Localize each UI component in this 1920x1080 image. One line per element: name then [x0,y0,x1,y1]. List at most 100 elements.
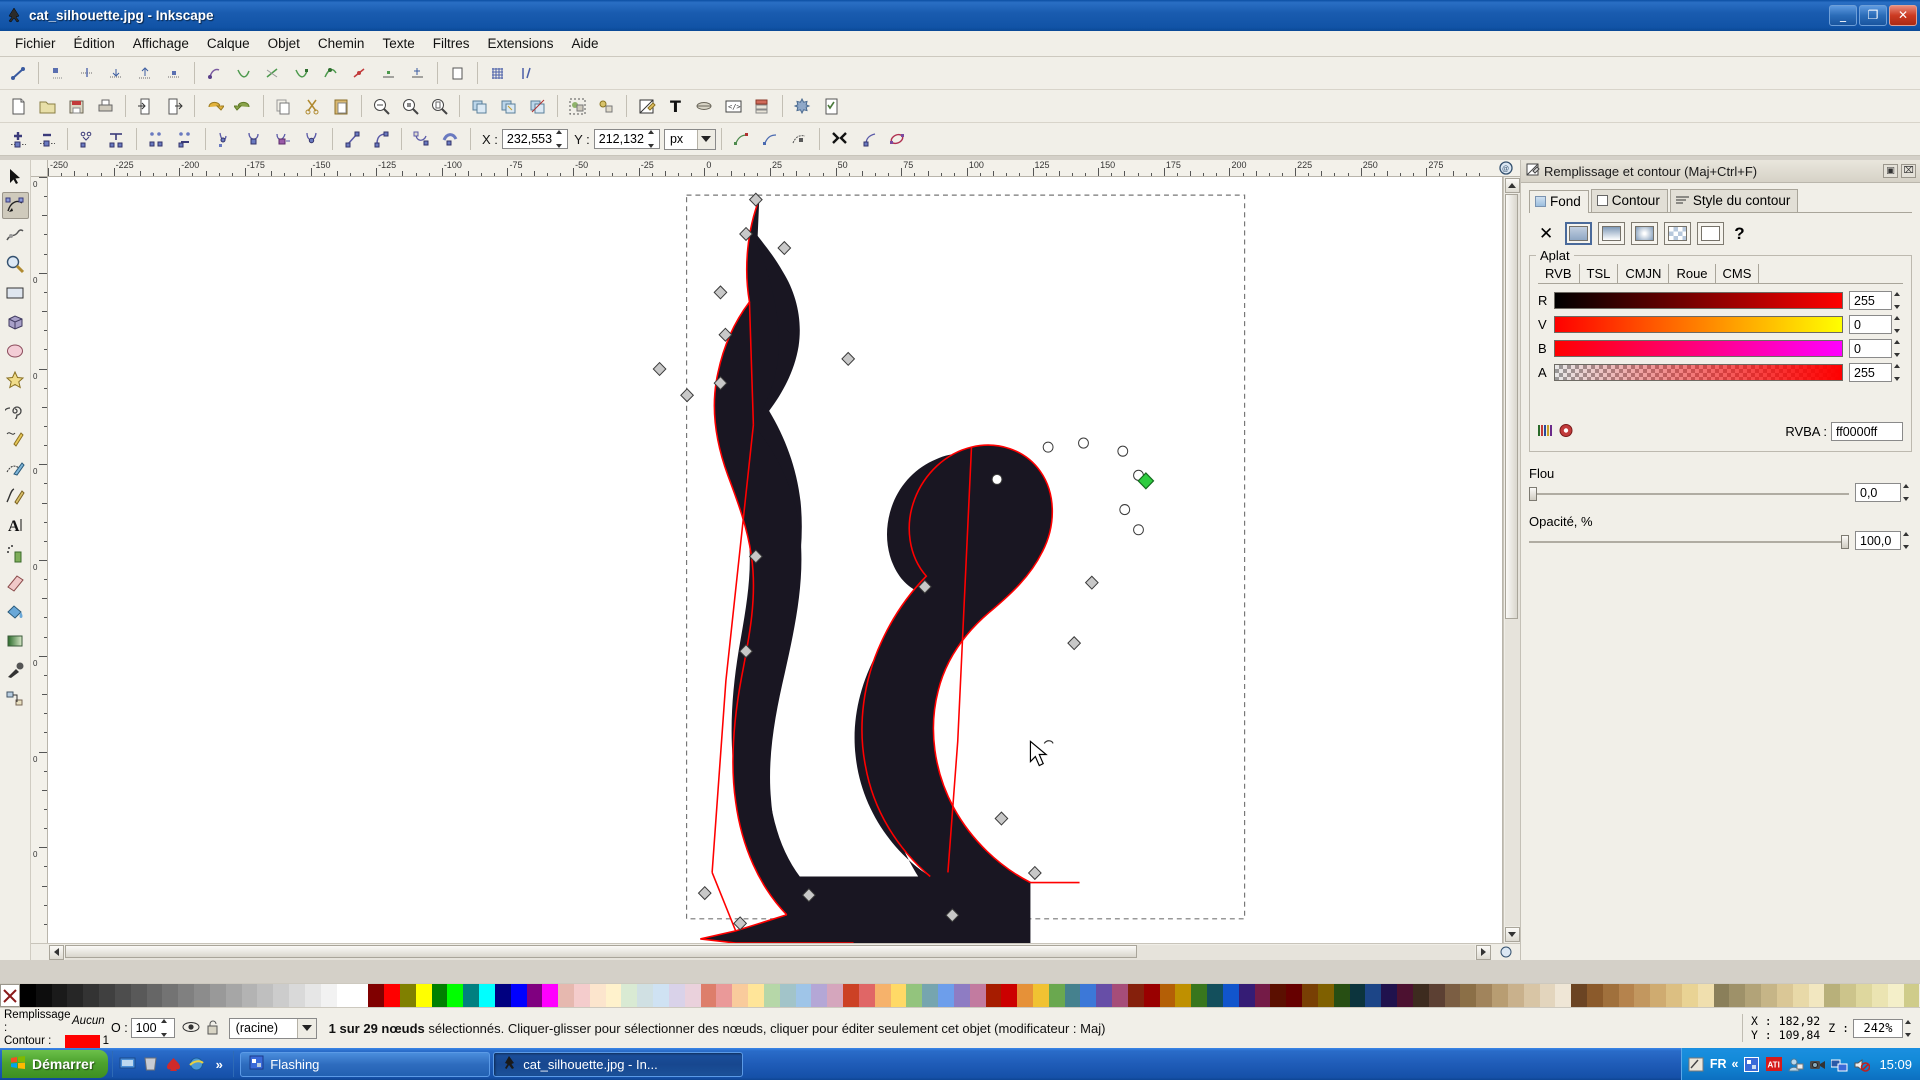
object-to-path-icon[interactable] [408,126,435,153]
spiral-tool[interactable] [2,395,29,422]
palette-swatch[interactable] [368,984,385,1007]
vertical-scroll-track[interactable] [1504,194,1520,926]
palette-swatch[interactable] [352,984,369,1007]
flat-color-button[interactable] [1565,222,1593,245]
horizontal-scroll-track[interactable] [65,944,1475,960]
palette-none-swatch[interactable] [0,984,20,1007]
stroke-indicator-row[interactable]: Contour : 1 [4,1034,109,1048]
palette-swatch[interactable] [415,984,432,1007]
palette-swatch[interactable] [558,984,574,1007]
new-document-icon[interactable] [5,93,32,120]
snap-line-midpoint-icon[interactable] [346,60,373,87]
palette-swatch[interactable] [1586,984,1603,1007]
ungroup-icon[interactable] [593,93,620,120]
channel-red-value[interactable]: 255 [1849,291,1892,310]
radial-gradient-button[interactable] [1631,222,1659,245]
menu-edition[interactable]: Édition [65,33,124,54]
gradient-tool[interactable] [2,627,29,654]
layers-icon[interactable] [749,93,776,120]
palette-swatch[interactable] [1207,984,1223,1007]
menu-fichier[interactable]: Fichier [6,33,65,54]
palette-swatch[interactable] [1618,984,1635,1007]
node-auto-icon[interactable] [299,126,326,153]
palette-swatch[interactable] [463,984,480,1007]
redo-icon[interactable] [230,93,257,120]
eraser-tool[interactable] [2,569,29,596]
palette-swatch[interactable] [1112,984,1128,1007]
scroll-down-button[interactable] [1504,927,1520,942]
palette-swatch[interactable] [1254,984,1271,1007]
dropper-tool[interactable] [2,656,29,683]
zoom-indicator-icon[interactable]: @ [1492,160,1520,177]
palette-swatch[interactable] [479,984,495,1007]
chevron-right-icon[interactable]: » [209,1054,229,1074]
horizontal-ruler[interactable]: -250 -225 -200 -175 -150 -125 -100 -75 -50 -25 0 25… [48,160,1492,177]
palette-swatch[interactable] [146,984,163,1007]
palette-swatch[interactable] [1555,984,1572,1007]
opacity-stepper[interactable] [1903,532,1912,549]
palette-swatch[interactable] [1871,984,1888,1007]
spray-tool[interactable] [2,540,29,567]
palette-swatch[interactable] [1761,984,1777,1007]
color-tab-roue[interactable]: Roue [1669,264,1716,283]
node-symmetric-icon[interactable] [270,126,297,153]
cut-icon[interactable] [299,93,326,120]
show-path-outline-icon[interactable] [757,126,784,153]
snap-bbox-midpoint-icon[interactable] [132,60,159,87]
pencil-tool[interactable] [2,424,29,451]
palette-swatch[interactable] [843,984,859,1007]
vertical-scroll-thumb[interactable] [1504,194,1518,619]
segment-line-icon[interactable] [339,126,366,153]
palette-swatch[interactable] [1412,984,1429,1007]
minimize-button[interactable]: _ [1829,5,1857,26]
palette-swatch[interactable] [336,984,353,1007]
zoom-page-icon[interactable] [426,93,453,120]
zoom-stepper[interactable] [1905,1019,1914,1037]
palette-swatch[interactable] [1507,984,1524,1007]
menu-chemin[interactable]: Chemin [309,33,374,54]
dock-restore-button[interactable]: ▣ [1883,164,1898,178]
taskbar-item-flashing[interactable]: Flashing [240,1051,491,1077]
unknown-paint-button[interactable]: ? [1734,224,1744,244]
drawing-canvas[interactable] [48,177,1503,943]
palette-swatch[interactable] [637,984,654,1007]
palette-swatch[interactable] [811,984,828,1007]
tab-contour[interactable]: Contour [1590,189,1668,212]
palette-swatch[interactable] [1634,984,1651,1007]
palette-swatch[interactable] [225,984,242,1007]
vertical-scrollbar[interactable] [1503,177,1520,943]
horizontal-scroll-thumb[interactable] [65,944,1137,958]
internet-explorer-icon[interactable] [186,1054,206,1074]
color-tab-cms[interactable]: CMS [1716,264,1760,283]
linear-gradient-button[interactable] [1598,222,1626,245]
snap-grid-icon[interactable] [484,60,511,87]
palette-swatch[interactable] [1792,984,1809,1007]
duplicate-icon[interactable] [466,93,493,120]
palette-swatch[interactable] [605,984,622,1007]
palette-swatch[interactable] [795,984,812,1007]
palette-swatch[interactable] [1001,984,1018,1007]
palette-swatch[interactable] [1080,984,1097,1007]
stroke-color-swatch[interactable] [65,1034,100,1048]
palette-swatch[interactable] [209,984,226,1007]
palette-swatch[interactable] [1539,984,1556,1007]
export-icon[interactable] [161,93,188,120]
palette-swatch[interactable] [289,984,305,1007]
delete-node-icon[interactable] [34,126,61,153]
zoom-tool[interactable] [2,250,29,277]
menu-affichage[interactable]: Affichage [124,33,198,54]
palette-swatch[interactable] [1397,984,1413,1007]
palette-swatch[interactable] [621,984,638,1007]
channel-red-slider[interactable] [1554,292,1843,309]
preferences-icon[interactable] [789,93,816,120]
palette-swatch[interactable] [526,984,543,1007]
box3d-tool[interactable] [2,308,29,335]
scroll-up-button[interactable] [1504,178,1520,193]
channel-blue-value[interactable]: 0 [1849,339,1892,358]
menu-objet[interactable]: Objet [259,33,309,54]
xml-editor-icon[interactable]: </> [720,93,747,120]
show-transform-handles-icon[interactable] [728,126,755,153]
palette-swatch[interactable] [304,984,321,1007]
media-player-icon[interactable] [140,1054,160,1074]
color-tab-rvb[interactable]: RVB [1538,264,1580,283]
